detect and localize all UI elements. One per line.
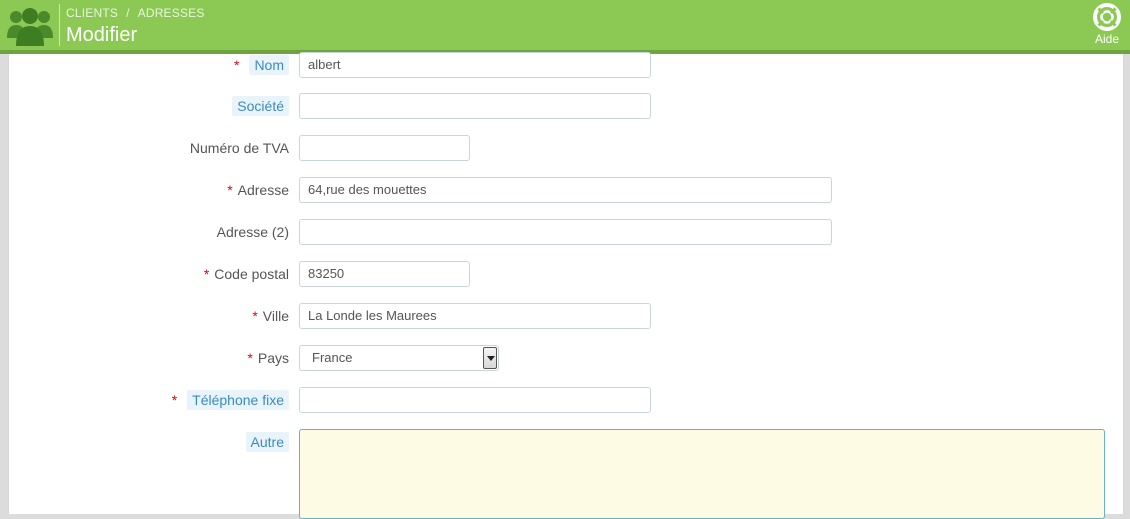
code-postal-input[interactable]: 83250 <box>299 261 470 287</box>
form-row-nom: * Nom albert <box>9 52 1123 80</box>
form-row-ville: * Ville La Londe les Maurees <box>9 303 1123 331</box>
page-title: Modifier <box>66 24 138 46</box>
help-label: Aide <box>1094 32 1120 46</box>
label-text: Pays <box>257 350 289 366</box>
field-label-autre: Autre <box>245 432 289 452</box>
chevron-down-icon[interactable] <box>483 347 497 369</box>
pays-selected-value: France <box>312 350 353 365</box>
form-row-adresse: * Adresse 64,rue des mouettes <box>9 177 1123 205</box>
required-marker: * <box>233 57 240 73</box>
ville-input[interactable]: La Londe les Maurees <box>299 303 651 329</box>
form-row-pays: * Pays France <box>9 345 1123 373</box>
help-button[interactable]: Aide <box>1089 3 1125 47</box>
field-label-code-postal: * Code postal <box>204 266 289 282</box>
telephone-input[interactable] <box>299 387 651 413</box>
breadcrumb: CLIENTS / ADRESSES <box>66 6 205 20</box>
breadcrumb-separator: / <box>126 6 130 20</box>
field-label-adresse: * Adresse <box>227 182 289 198</box>
form-row-autre: Autre <box>9 429 1123 519</box>
required-marker: * <box>171 392 178 408</box>
address-form-panel: * Nom albert Société Numéro de TVA * Adres… <box>8 52 1124 519</box>
field-label-nom: * Nom <box>233 55 289 75</box>
form-row-adresse2: Adresse (2) <box>9 219 1123 247</box>
top-header: CLIENTS / ADRESSES Modifier Aide <box>0 0 1130 50</box>
form-row-societe: Société <box>9 93 1123 121</box>
nom-input[interactable]: albert <box>299 52 651 78</box>
label-text: Code postal <box>214 266 289 282</box>
form-row-tva: Numéro de TVA <box>9 135 1123 163</box>
required-marker: * <box>203 266 210 282</box>
field-label-ville: * Ville <box>252 308 289 324</box>
field-label-tva: Numéro de TVA <box>190 140 289 156</box>
adresse2-input[interactable] <box>299 219 832 245</box>
label-text: Numéro de TVA <box>189 140 289 156</box>
form-row-code-postal: * Code postal 83250 <box>9 261 1123 289</box>
required-marker: * <box>227 182 233 198</box>
tva-input[interactable] <box>299 135 470 161</box>
breadcrumb-adresses[interactable]: ADRESSES <box>138 6 205 20</box>
label-text: Adresse <box>237 182 289 198</box>
label-text: Ville <box>262 308 289 324</box>
field-label-adresse2: Adresse (2) <box>217 224 289 240</box>
lifebuoy-icon <box>1089 3 1125 31</box>
pays-select[interactable]: France <box>299 345 499 371</box>
customers-group-icon <box>7 4 53 46</box>
field-label-societe: Société <box>232 96 289 116</box>
breadcrumb-clients[interactable]: CLIENTS <box>66 6 118 20</box>
label-text: Adresse (2) <box>216 224 289 240</box>
form-row-telephone: * Téléphone fixe <box>9 387 1123 415</box>
adresse-input[interactable]: 64,rue des mouettes <box>299 177 832 203</box>
field-label-pays: * Pays <box>247 350 289 366</box>
header-divider <box>59 4 60 46</box>
societe-input[interactable] <box>299 93 651 119</box>
field-label-telephone: * Téléphone fixe <box>171 390 289 410</box>
label-text: Société <box>232 96 289 116</box>
required-marker: * <box>247 350 253 366</box>
label-text: Nom <box>249 55 289 75</box>
autre-textarea[interactable] <box>299 429 1105 519</box>
label-text: Autre <box>245 432 289 452</box>
required-marker: * <box>252 308 258 324</box>
label-text: Téléphone fixe <box>187 390 289 410</box>
